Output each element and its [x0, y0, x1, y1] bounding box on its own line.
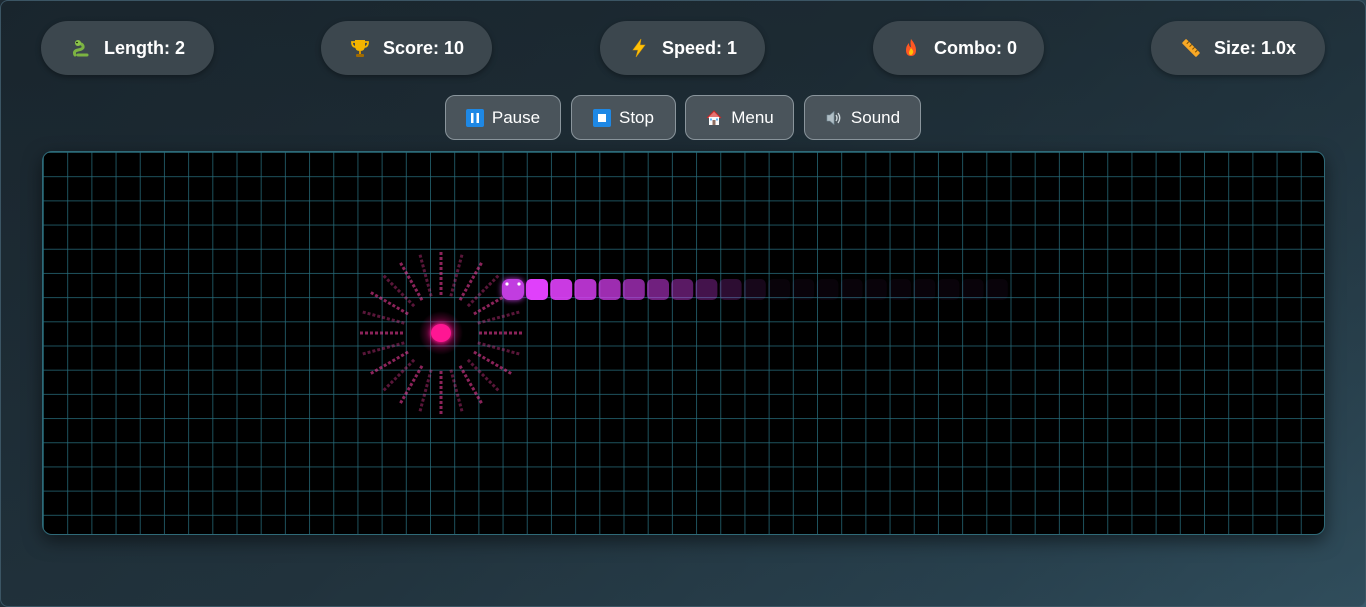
- pause-label: Pause: [491, 107, 541, 127]
- score-label: Score: 10: [382, 37, 465, 58]
- game-board[interactable]: [42, 151, 1325, 535]
- fire-icon: [900, 37, 922, 59]
- stop-icon: [593, 108, 611, 127]
- trophy-icon: [349, 37, 371, 59]
- snake-icon: [70, 37, 92, 59]
- snake-trail-segment: [574, 279, 597, 300]
- snake-trail-segment: [719, 279, 742, 300]
- burst-ray: [449, 253, 464, 297]
- snake-trail-segment: [889, 279, 911, 300]
- burst-ray: [361, 310, 405, 325]
- snake-trail-segment: [526, 279, 548, 300]
- combo-stat: Combo: 0: [873, 21, 1044, 75]
- snake-trail-segment: [671, 279, 694, 300]
- burst-ray: [418, 253, 433, 297]
- speed-stat: Speed: 1: [600, 21, 765, 75]
- snake-trail: [526, 279, 1008, 300]
- snake-trail-segment: [647, 279, 669, 300]
- size-label: Size: 1.0x: [1213, 37, 1297, 58]
- ruler-icon: [1180, 37, 1202, 59]
- snake-trail-segment: [792, 279, 815, 300]
- snake-trail-segment: [598, 279, 621, 300]
- snake-trail-segment: [622, 279, 645, 300]
- lightning-icon: [628, 37, 650, 59]
- stop-label: Stop: [619, 107, 654, 127]
- snake: [502, 279, 524, 300]
- burst-ray: [449, 369, 464, 413]
- burst-ray: [466, 358, 501, 393]
- snake-trail-segment: [695, 279, 718, 300]
- snake-trail-segment: [937, 279, 960, 300]
- pause-button[interactable]: Pause: [445, 95, 561, 140]
- speaker-icon: [825, 109, 843, 127]
- snake-eye-right: [517, 282, 521, 286]
- snake-head: [502, 279, 524, 300]
- snake-trail-segment: [550, 279, 573, 300]
- snake-trail-segment: [985, 279, 1008, 300]
- combo-label: Combo: 0: [934, 37, 1017, 58]
- burst-ray: [381, 273, 416, 308]
- burst-ray: [477, 341, 521, 356]
- burst-ray: [466, 273, 501, 308]
- snake-eye-left: [505, 282, 509, 286]
- menu-button[interactable]: Menu: [685, 95, 794, 140]
- burst-ray: [361, 341, 405, 356]
- length-stat: Length: 2: [41, 21, 214, 75]
- food-item: [431, 324, 451, 342]
- score-stat: Score: 10: [321, 21, 492, 75]
- snake-trail-segment: [743, 279, 766, 300]
- snake-trail-segment: [840, 279, 863, 300]
- snake-trail-segment: [816, 279, 839, 300]
- size-stat: Size: 1.0x: [1151, 21, 1325, 75]
- controls-bar: Pause Stop Menu Sound: [0, 95, 1366, 140]
- burst-ray: [418, 369, 433, 413]
- snake-trail-segment: [864, 279, 887, 300]
- speed-label: Speed: 1: [661, 37, 738, 58]
- sound-label: Sound: [850, 107, 901, 127]
- pause-icon: [465, 108, 484, 127]
- snake-trail-segment: [961, 279, 984, 300]
- menu-label: Menu: [731, 107, 774, 127]
- game-canvas: [359, 251, 1008, 415]
- sound-button[interactable]: Sound: [804, 95, 921, 140]
- stop-button[interactable]: Stop: [571, 95, 676, 140]
- snake-trail-segment: [913, 279, 936, 300]
- home-icon: [705, 109, 723, 127]
- length-label: Length: 2: [104, 37, 185, 58]
- burst-ray: [477, 310, 521, 325]
- burst-ray: [381, 358, 416, 393]
- snake-trail-segment: [768, 279, 790, 300]
- stats-bar: Length: 2 Score: 10 Speed: 1 Combo: 0 Si…: [0, 21, 1366, 75]
